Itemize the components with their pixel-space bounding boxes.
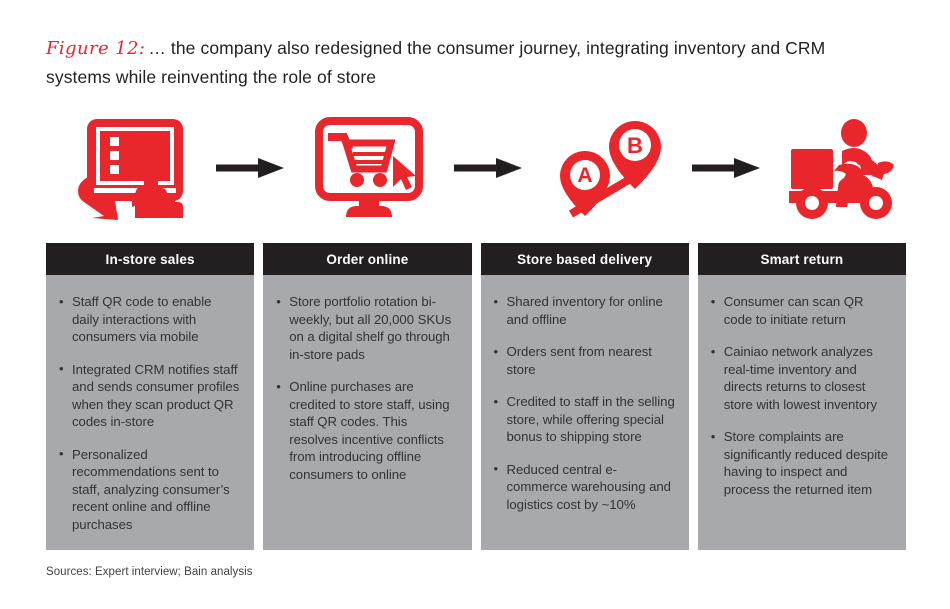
map-pins-route-icon: A B bbox=[522, 108, 692, 228]
bullet-list-store-based-delivery: Shared inventory for online and offline … bbox=[493, 293, 675, 513]
column-body-order-online: Store portfolio rotation bi-weekly, but … bbox=[263, 275, 472, 550]
flow-arrow-3 bbox=[692, 108, 760, 228]
source-note: Sources: Expert interview; Bain analysis bbox=[46, 566, 253, 578]
column-body-smart-return: Consumer can scan QR code to initiate re… bbox=[697, 275, 906, 550]
bullet-list-in-store-sales: Staff QR code to enable daily interactio… bbox=[58, 293, 240, 533]
map-pin-b-label: B bbox=[627, 133, 643, 158]
column-header-store-based-delivery: Store based delivery bbox=[480, 243, 689, 275]
figure-title: Figure 12:… the company also redesigned … bbox=[46, 34, 886, 92]
process-flow-strip: A B bbox=[46, 108, 906, 228]
flow-arrow-1 bbox=[216, 108, 284, 228]
figure-number-label: Figure 12: bbox=[46, 38, 146, 59]
list-item: Reduced central e-commerce warehousing a… bbox=[493, 460, 675, 514]
column-header-smart-return: Smart return bbox=[697, 243, 906, 275]
map-pin-a-label: A bbox=[577, 164, 592, 187]
list-item: Staff QR code to enable daily interactio… bbox=[58, 293, 240, 346]
list-item: Credited to staff in the selling store, … bbox=[493, 393, 675, 446]
stage-column-in-store-sales: In-store sales Staff QR code to enable d… bbox=[46, 243, 255, 550]
bullet-list-smart-return: Consumer can scan QR code to initiate re… bbox=[710, 293, 892, 498]
column-body-store-based-delivery: Shared inventory for online and offline … bbox=[480, 275, 689, 550]
tablet-touch-scan-icon bbox=[46, 108, 216, 228]
delivery-scooter-icon bbox=[760, 108, 930, 228]
list-item: Consumer can scan QR code to initiate re… bbox=[710, 293, 892, 328]
journey-stage-columns: In-store sales Staff QR code to enable d… bbox=[46, 243, 906, 550]
column-body-in-store-sales: Staff QR code to enable daily interactio… bbox=[46, 275, 255, 550]
list-item: Cainiao network analyzes real-time inven… bbox=[710, 343, 892, 413]
column-header-in-store-sales: In-store sales bbox=[46, 243, 255, 275]
bullet-list-order-online: Store portfolio rotation bi-weekly, but … bbox=[275, 293, 457, 483]
stage-column-smart-return: Smart return Consumer can scan QR code t… bbox=[697, 243, 906, 550]
list-item: Store complaints are significantly reduc… bbox=[710, 428, 892, 498]
list-item: Store portfolio rotation bi-weekly, but … bbox=[275, 293, 457, 363]
flow-arrow-2 bbox=[454, 108, 522, 228]
list-item: Orders sent from nearest store bbox=[493, 343, 675, 378]
figure-title-text: … the company also redesigned the consum… bbox=[46, 38, 826, 87]
list-item: Integrated CRM notifies staff and sends … bbox=[58, 360, 240, 431]
monitor-shopping-cart-cursor-icon bbox=[284, 108, 454, 228]
list-item: Personalized recommendations sent to sta… bbox=[58, 445, 240, 534]
stage-column-order-online: Order online Store portfolio rotation bi… bbox=[263, 243, 472, 550]
list-item: Shared inventory for online and offline bbox=[493, 293, 675, 328]
list-item: Online purchases are credited to store s… bbox=[275, 378, 457, 483]
stage-column-store-based-delivery: Store based delivery Shared inventory fo… bbox=[480, 243, 689, 550]
column-header-order-online: Order online bbox=[263, 243, 472, 275]
